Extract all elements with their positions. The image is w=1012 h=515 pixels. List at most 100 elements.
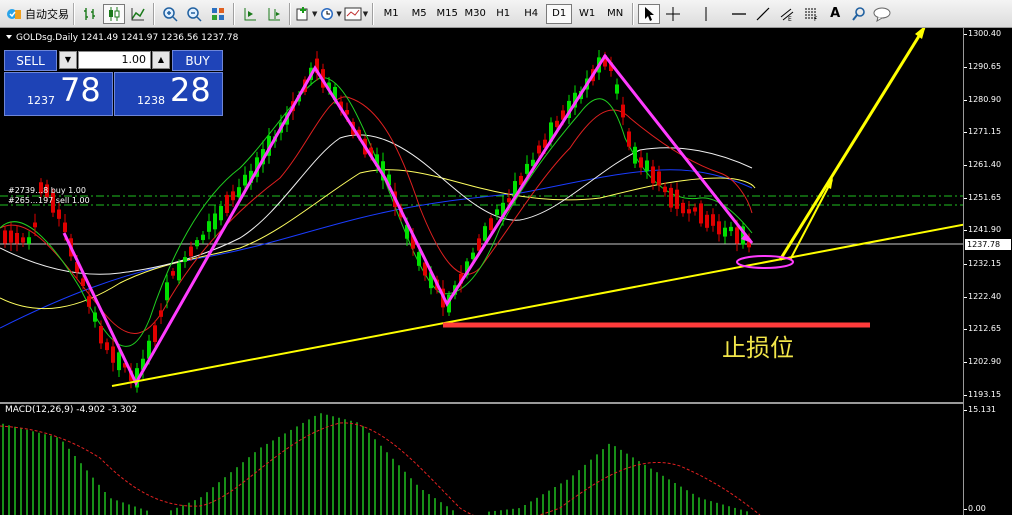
line-chart-icon[interactable] <box>127 4 149 24</box>
candle-body <box>735 227 739 244</box>
ask-quote[interactable]: 1238 28 <box>114 71 223 116</box>
order-label-sell[interactable]: #265…197 sell 1.00 <box>8 196 90 205</box>
candle-body <box>159 310 163 317</box>
buy-button[interactable]: BUY <box>172 50 223 71</box>
candle-body <box>15 232 19 244</box>
bid-small: 1237 <box>27 94 55 107</box>
bid-quote[interactable]: 1237 78 <box>4 71 113 116</box>
candle-body <box>171 271 175 276</box>
tf-d1[interactable]: D1 <box>546 3 573 24</box>
ma-green-line <box>0 77 753 347</box>
trendline-icon[interactable] <box>752 4 774 24</box>
tf-h4[interactable]: H4 <box>518 4 544 24</box>
chart-shift-icon[interactable] <box>263 4 285 24</box>
candle-body <box>243 174 247 186</box>
candle-body <box>9 230 13 243</box>
auto-scroll-icon[interactable] <box>239 4 261 24</box>
candle-body <box>111 346 115 363</box>
price-tick: 1280.90 <box>963 95 1002 104</box>
candle-body <box>699 203 703 224</box>
tile-windows-icon[interactable] <box>207 4 229 24</box>
candle-body <box>651 166 655 184</box>
candle-body <box>105 342 109 351</box>
candle-body <box>87 296 91 307</box>
tf-w1[interactable]: W1 <box>574 4 600 24</box>
price-tick: 1261.40 <box>963 160 1002 169</box>
crosshair-icon[interactable] <box>662 4 684 24</box>
candle-body <box>717 221 721 235</box>
price-tick: 1202.90 <box>963 357 1002 366</box>
candle-body <box>729 226 733 232</box>
symbol-info: GOLDsg.Daily 1241.49 1241.97 1236.56 123… <box>6 33 238 43</box>
candle-body <box>663 186 667 193</box>
up-arrow-long <box>778 28 926 261</box>
candle-body <box>555 120 559 128</box>
chart-type-group <box>74 2 154 25</box>
macd-scale[interactable]: 15.131 0.00 <box>963 404 1012 515</box>
cursor-icon[interactable] <box>638 3 661 24</box>
timeframe-group: M1 M5 M15 M30 H1 H4 D1 W1 MN <box>373 2 634 25</box>
ask-big: 28 <box>170 71 211 109</box>
lot-decrease-button[interactable]: ▼ <box>59 51 77 69</box>
candle-body <box>93 312 97 322</box>
candle-body <box>723 227 727 237</box>
candlestick-chart-icon[interactable] <box>103 3 125 24</box>
scroll-group <box>234 2 290 25</box>
candle-body <box>537 145 541 154</box>
tf-m1[interactable]: M1 <box>378 4 404 24</box>
tf-h1[interactable]: H1 <box>490 4 516 24</box>
candle-body <box>99 325 103 344</box>
zoom-in-icon[interactable] <box>159 4 181 24</box>
candle-body <box>189 246 193 257</box>
chat-icon[interactable] <box>872 4 894 24</box>
equidistant-channel-icon[interactable]: E <box>776 4 798 24</box>
candle-body <box>681 202 685 214</box>
up-arrow-short <box>789 179 833 261</box>
tf-m15[interactable]: M15 <box>434 4 460 24</box>
tf-m30[interactable]: M30 <box>462 4 488 24</box>
bid-big: 78 <box>60 71 101 109</box>
templates-icon[interactable]: ▼ <box>344 4 368 24</box>
candle-body <box>711 214 715 226</box>
order-lines <box>0 195 963 245</box>
vertical-line-icon[interactable] <box>686 4 726 24</box>
candle-body <box>705 214 709 228</box>
candle-body <box>657 171 661 186</box>
candle-body <box>525 163 529 174</box>
candle-body <box>615 84 619 94</box>
macd-histogram <box>2 413 748 515</box>
text-tool-button[interactable]: A <box>824 4 846 24</box>
fibonacci-icon[interactable]: F <box>800 4 822 24</box>
lot-increase-button[interactable]: ▲ <box>152 51 170 69</box>
price-tick: 1251.65 <box>963 193 1002 202</box>
periods-clock-icon[interactable]: ▼ <box>319 4 342 24</box>
candle-body <box>687 209 691 214</box>
price-tick: 1271.15 <box>963 127 1002 136</box>
candle-body <box>27 237 31 244</box>
price-tick: 1232.15 <box>963 259 1002 268</box>
auto-trading-button[interactable]: 自动交易 <box>2 2 74 25</box>
moving-averages <box>0 77 756 347</box>
candle-body <box>675 189 679 209</box>
tf-mn[interactable]: MN <box>602 4 628 24</box>
zoom-out-icon[interactable] <box>183 4 205 24</box>
bar-chart-icon[interactable] <box>79 4 101 24</box>
search-icon[interactable] <box>848 4 870 24</box>
candle-body <box>645 160 649 172</box>
tf-m5[interactable]: M5 <box>406 4 432 24</box>
candle-body <box>471 252 475 260</box>
price-tick: 1241.90 <box>963 225 1002 234</box>
price-tick: 1290.65 <box>963 62 1002 71</box>
lot-input[interactable]: 1.00 <box>78 51 151 69</box>
price-tick: 1222.40 <box>963 292 1002 301</box>
candle-body <box>633 146 637 164</box>
candle-body <box>417 252 421 266</box>
sell-button[interactable]: SELL <box>4 50 57 71</box>
order-label-buy[interactable]: #2739…8 buy 1.00 <box>8 186 86 195</box>
macd-indicator-label: MACD(12,26,9) -4.902 -3.302 <box>5 405 138 415</box>
candle-body <box>507 198 511 203</box>
svg-text:E: E <box>788 16 792 22</box>
price-scale[interactable]: 1300.40 1290.65 1280.90 1271.15 1261.40 … <box>963 28 1012 404</box>
horizontal-line-icon[interactable] <box>728 4 750 24</box>
indicators-icon[interactable]: ▼ <box>295 4 317 24</box>
